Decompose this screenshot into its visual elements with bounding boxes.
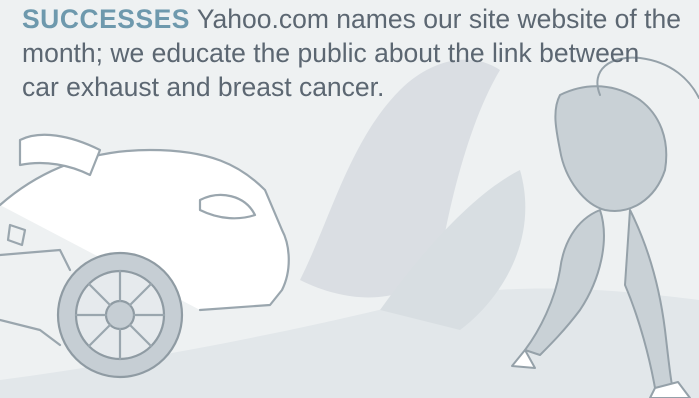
success-caption: SUCCESSES Yahoo.com names our site websi… bbox=[22, 2, 682, 104]
success-panel: SUCCESSES Yahoo.com names our site websi… bbox=[0, 0, 699, 398]
caption-heading: SUCCESSES bbox=[22, 4, 190, 34]
